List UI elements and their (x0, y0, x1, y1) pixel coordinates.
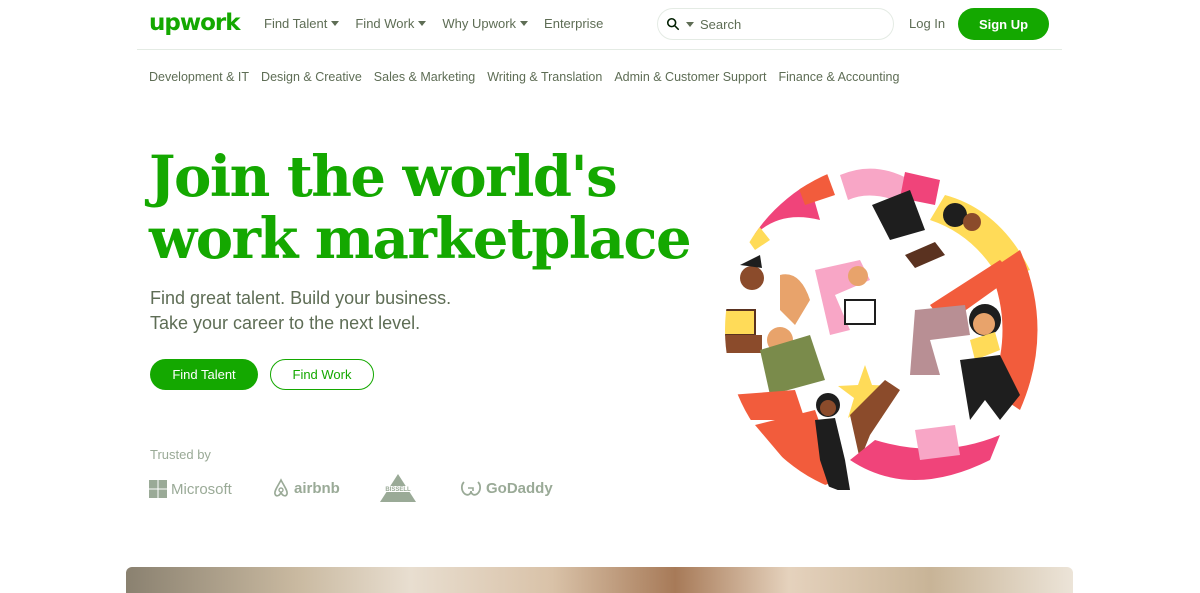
nav-find-talent-label: Find Talent (264, 16, 328, 31)
chevron-down-icon (520, 21, 529, 26)
airbnb-wordmark: airbnb (294, 479, 340, 497)
search-bar[interactable] (657, 8, 894, 40)
hero-title-line-2: work marketplace (149, 206, 692, 272)
hero-subtitle-line-1: Find great talent. Build your business. (150, 288, 452, 308)
category-development-it[interactable]: Development & IT (149, 70, 249, 84)
find-work-button[interactable]: Find Work (270, 359, 374, 390)
upwork-logo[interactable]: upwork (149, 10, 241, 36)
category-sales-marketing[interactable]: Sales & Marketing (374, 70, 475, 84)
chevron-down-icon (331, 21, 340, 26)
godaddy-logo: GoDaddy (460, 479, 553, 497)
nav-enterprise-label: Enterprise (544, 16, 604, 31)
trusted-by-label: Trusted by (150, 447, 211, 462)
hero-title: Join the world's work marketplace (149, 144, 692, 272)
category-bar: Development & IT Design & Creative Sales… (149, 70, 899, 84)
search-icon[interactable] (666, 17, 680, 31)
login-link[interactable]: Log In (909, 16, 945, 31)
hero-subtitle: Find great talent. Build your business. … (150, 286, 451, 336)
top-navigation: upwork Find Talent Find Work Why Upwork … (137, 0, 1062, 50)
hero-subtitle-line-2: Take your career to the next level. (150, 313, 421, 333)
chevron-down-icon (418, 21, 427, 26)
bissell-logo: BISSELL (374, 472, 422, 504)
signup-button[interactable]: Sign Up (958, 8, 1049, 40)
bissell-pyramid-icon: BISSELL (376, 474, 420, 502)
nav-why-upwork[interactable]: Why Upwork (442, 16, 529, 31)
next-section-image (126, 567, 1073, 593)
hero-title-line-1: Join the world's (149, 144, 618, 210)
search-input[interactable] (700, 16, 880, 32)
category-finance-accounting[interactable]: Finance & Accounting (779, 70, 900, 84)
godaddy-icon (460, 481, 482, 496)
main-nav: Find Talent Find Work Why Upwork Enterpr… (264, 16, 603, 31)
search-scope-chevron-icon[interactable] (686, 21, 694, 27)
microsoft-wordmark: Microsoft (171, 480, 232, 498)
airbnb-logo: airbnb (272, 478, 340, 498)
category-admin-support[interactable]: Admin & Customer Support (614, 70, 766, 84)
nav-find-talent[interactable]: Find Talent (264, 16, 340, 31)
category-writing-translation[interactable]: Writing & Translation (487, 70, 602, 84)
microsoft-logo: Microsoft (149, 480, 232, 498)
airbnb-belo-icon (274, 478, 288, 497)
nav-find-work-label: Find Work (355, 16, 415, 31)
nav-enterprise[interactable]: Enterprise (544, 16, 603, 31)
category-design-creative[interactable]: Design & Creative (261, 70, 362, 84)
hero-illustration (725, 168, 1038, 490)
nav-why-upwork-label: Why Upwork (442, 16, 517, 31)
godaddy-wordmark: GoDaddy (486, 479, 553, 497)
find-talent-button[interactable]: Find Talent (150, 359, 258, 390)
bissell-wordmark: BISSELL (385, 487, 411, 493)
microsoft-grid-icon (149, 480, 167, 498)
nav-find-work[interactable]: Find Work (355, 16, 427, 31)
